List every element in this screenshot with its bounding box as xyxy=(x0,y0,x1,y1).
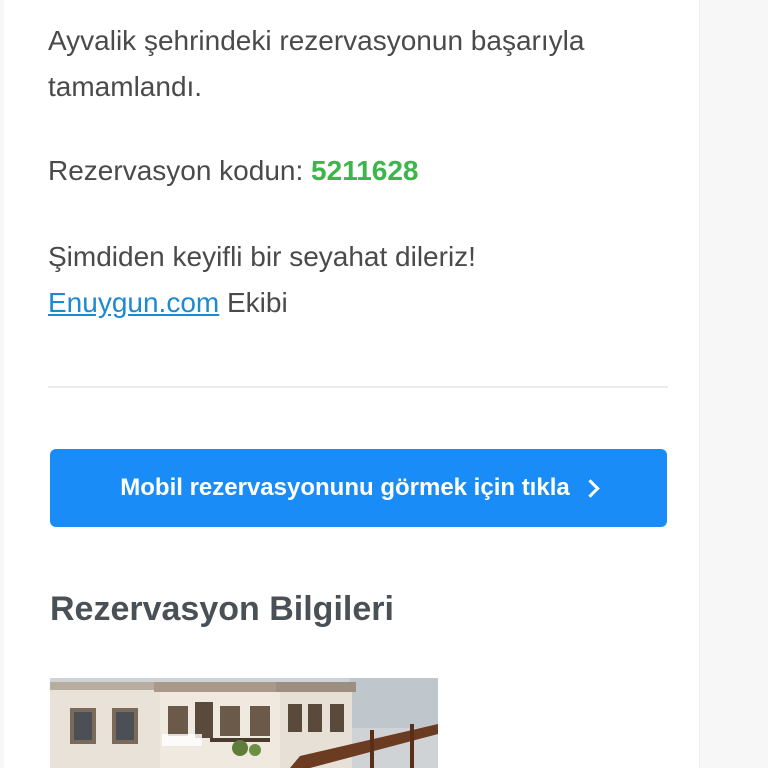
cta-label: Mobil rezervasyonunu görmek için tıkla xyxy=(120,474,570,501)
reservation-code-label: Rezervasyon kodun: xyxy=(48,155,312,186)
team-text: Ekibi xyxy=(219,287,288,318)
enuygun-link[interactable]: Enuygun.com xyxy=(48,287,219,318)
closing-text: Şimdiden keyifli bir seyahat dileriz! Enu… xyxy=(48,234,658,326)
confirmation-text: Ayvalik şehrindeki rezervasyonun başarıy… xyxy=(48,25,585,102)
email-card: Ayvalik şehrindeki rezervasyonun başarıy… xyxy=(4,0,700,768)
chevron-right-icon xyxy=(581,478,600,498)
reservation-code-line: Rezervasyon kodun: 5211628 xyxy=(48,148,419,194)
reservation-code-value: 5211628 xyxy=(311,155,419,186)
divider xyxy=(48,386,668,388)
hotel-photo xyxy=(50,678,438,768)
view-mobile-reservation-button[interactable]: Mobil rezervasyonunu görmek için tıkla xyxy=(50,449,667,527)
wish-text: Şimdiden keyifli bir seyahat dileriz! xyxy=(48,241,476,272)
section-title: Rezervasyon Bilgileri xyxy=(50,590,394,628)
hotel-building-image xyxy=(50,678,438,768)
